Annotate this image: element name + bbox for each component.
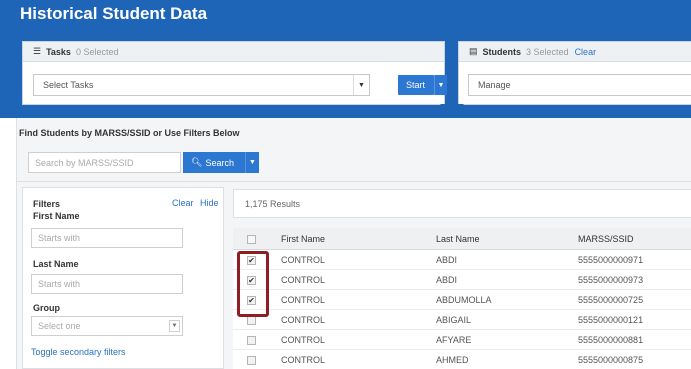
results-table: First Name Last Name MARSS/SSID ✔ CONTRO… xyxy=(233,228,691,369)
list-icon: ☰ xyxy=(33,46,42,56)
students-clear-link[interactable]: Clear xyxy=(575,47,597,57)
selected-rows-highlight xyxy=(237,251,269,317)
id-card-icon: ▤ xyxy=(469,46,478,56)
divider xyxy=(16,181,691,182)
group-select[interactable]: Select one ▼ xyxy=(31,316,183,336)
cell-first-name: CONTROL xyxy=(281,295,326,305)
cell-last-name: ABDI xyxy=(436,275,458,285)
table-row[interactable]: ✔ CONTROL ABDI 5555000000973 xyxy=(233,271,691,290)
cell-last-name: AFYARE xyxy=(436,335,472,345)
tasks-panel-header: ☰ Tasks 0 Selected xyxy=(23,42,444,62)
students-panel: ▤ Students 3 Selected Clear Manage xyxy=(458,41,691,105)
search-button[interactable]: 🔍︎ Search xyxy=(183,152,245,173)
row-checkbox[interactable] xyxy=(247,316,256,325)
manage-value: Manage xyxy=(478,80,511,90)
panel-pointer xyxy=(440,104,464,116)
results-bar xyxy=(233,189,691,218)
page-title: Historical Student Data xyxy=(20,4,208,23)
toggle-secondary-filters-link[interactable]: Toggle secondary filters xyxy=(31,347,126,357)
cell-marss-ssid: 5555000000725 xyxy=(578,295,644,305)
search-input[interactable]: Search by MARSS/SSID xyxy=(28,152,181,173)
last-name-input[interactable]: Starts with xyxy=(31,274,183,294)
select-tasks-value: Select Tasks xyxy=(43,80,94,90)
row-checkbox[interactable] xyxy=(247,336,256,345)
chevron-down-icon: ▼ xyxy=(249,159,256,166)
students-panel-header: ▤ Students 3 Selected Clear xyxy=(459,42,691,62)
manage-dropdown[interactable]: Manage xyxy=(468,74,691,96)
column-header-marss-ssid[interactable]: MARSS/SSID xyxy=(578,234,634,244)
table-header: First Name Last Name MARSS/SSID xyxy=(233,228,691,250)
cell-marss-ssid: 5555000000121 xyxy=(578,315,644,325)
cell-last-name: ABDI xyxy=(436,255,458,265)
cell-last-name: ABDUMOLLA xyxy=(436,295,492,305)
select-all-checkbox[interactable] xyxy=(247,235,256,244)
group-label: Group xyxy=(33,303,60,313)
start-dropdown-toggle[interactable]: ▼ xyxy=(434,75,447,95)
cell-first-name: CONTROL xyxy=(281,355,326,365)
cell-last-name: AHMED xyxy=(436,355,469,365)
column-header-first-name[interactable]: First Name xyxy=(281,234,325,244)
cell-last-name: ABIGAIL xyxy=(436,315,472,325)
students-selected-count: 3 Selected xyxy=(526,46,569,57)
cell-first-name: CONTROL xyxy=(281,275,326,285)
table-row[interactable]: ✔ CONTROL ABDI 5555000000971 xyxy=(233,251,691,270)
table-row[interactable]: ✔ CONTROL ABDUMOLLA 5555000000725 xyxy=(233,291,691,310)
search-dropdown-toggle[interactable]: ▼ xyxy=(245,152,259,173)
select-tasks-dropdown[interactable]: Select Tasks ▼ xyxy=(33,74,370,96)
filters-clear-link[interactable]: Clear xyxy=(172,198,194,208)
last-name-label: Last Name xyxy=(33,259,79,269)
students-title: Students xyxy=(482,46,522,57)
cell-marss-ssid: 5555000000881 xyxy=(578,335,644,345)
search-button-label: Search xyxy=(205,157,234,168)
cell-marss-ssid: 5555000000875 xyxy=(578,355,644,365)
cell-marss-ssid: 5555000000973 xyxy=(578,275,644,285)
chevron-down-icon: ▼ xyxy=(437,81,445,89)
group-select-value: Select one xyxy=(38,321,81,331)
column-header-last-name[interactable]: Last Name xyxy=(436,234,480,244)
tasks-selected-count: 0 Selected xyxy=(75,46,119,57)
row-checkbox[interactable] xyxy=(247,356,256,365)
search-icon: 🔍︎ xyxy=(191,157,203,167)
tasks-title: Tasks xyxy=(46,46,71,57)
filters-title: Filters xyxy=(33,199,61,209)
find-students-label: Find Students by MARSS/SSID or Use Filte… xyxy=(19,128,240,138)
cell-first-name: CONTROL xyxy=(281,315,326,325)
results-count: 1,175 Results xyxy=(245,199,301,209)
table-row[interactable]: CONTROL AFYARE 5555000000881 xyxy=(233,331,691,350)
first-name-input[interactable]: Starts with xyxy=(31,228,183,248)
tasks-panel: ☰ Tasks 0 Selected Select Tasks ▼ Start … xyxy=(22,41,447,105)
chevron-down-icon: ▼ xyxy=(169,320,180,332)
cell-first-name: CONTROL xyxy=(281,335,326,345)
cell-first-name: CONTROL xyxy=(281,255,326,265)
table-row[interactable]: CONTROL ABIGAIL 5555000000121 xyxy=(233,311,691,330)
cell-marss-ssid: 5555000000971 xyxy=(578,255,644,265)
table-row[interactable]: CONTROL AHMED 5555000000875 xyxy=(233,351,691,369)
chevron-down-icon: ▼ xyxy=(353,75,369,95)
start-button[interactable]: Start xyxy=(398,75,434,95)
first-name-label: First Name xyxy=(33,211,80,221)
filters-hide-link[interactable]: Hide xyxy=(200,198,219,208)
